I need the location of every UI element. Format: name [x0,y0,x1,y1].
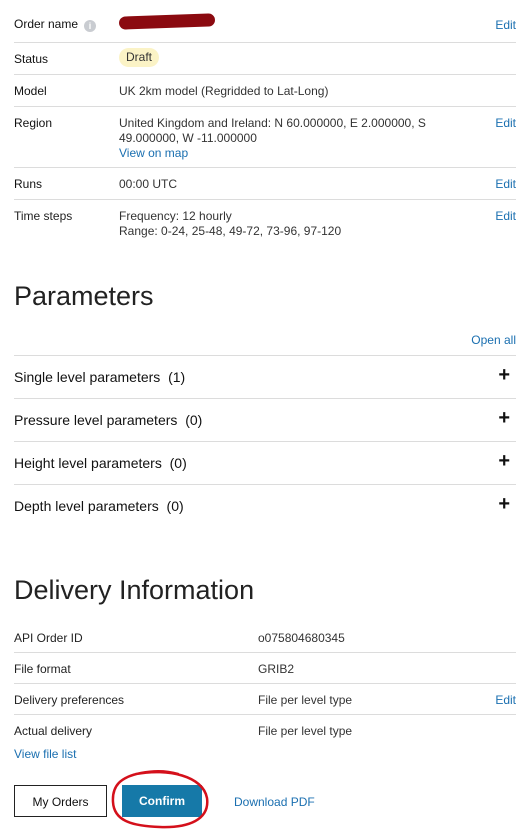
edit-runs-link[interactable]: Edit [495,177,516,191]
group-label: Height level parameters [14,455,162,471]
accordion-title: Depth level parameters (0) [14,498,184,514]
runs-value: 00:00 UTC [119,177,178,191]
parameters-header: Parameters Open all [14,245,516,355]
timesteps-row: Time steps Frequency: 12 hourly Range: 0… [14,200,516,245]
region-line-1: United Kingdom and Ireland: N 60.000000,… [119,116,426,130]
edit-timesteps-link[interactable]: Edit [495,209,516,223]
expand-plus-icon[interactable]: + [498,364,510,387]
api-order-id-value: o075804680345 [258,631,345,645]
accordion-single-level[interactable]: Single level parameters (1) + [14,355,516,398]
api-order-id-label: API Order ID [14,631,83,645]
status-value: Draft [119,48,160,67]
group-count: (0) [185,412,203,428]
info-icon[interactable]: i [84,20,97,32]
accordion-title: Height level parameters (0) [14,455,187,471]
file-format-row: File format GRIB2 [14,653,516,684]
open-all-link[interactable]: Open all [471,333,516,347]
expand-plus-icon[interactable]: + [498,493,510,516]
timesteps-range: Range: 0-24, 25-48, 49-72, 73-96, 97-120 [119,224,342,238]
timesteps-value: Frequency: 12 hourly Range: 0-24, 25-48,… [119,209,341,239]
my-orders-button[interactable]: My Orders [14,785,107,817]
order-name-label-text: Order name [14,17,79,31]
model-row: Model UK 2km model (Regridded to Lat-Lon… [14,75,516,107]
region-row: Region United Kingdom and Ireland: N 60.… [14,107,516,168]
region-label: Region [14,116,53,130]
file-format-label: File format [14,662,71,676]
edit-delivery-preferences-link[interactable]: Edit [495,693,516,707]
edit-region-link[interactable]: Edit [495,116,516,130]
view-file-list-link[interactable]: View file list [14,747,516,761]
redacted-scribble [118,13,216,30]
accordion-depth-level[interactable]: Depth level parameters (0) + [14,484,516,527]
delivery-preferences-label: Delivery preferences [14,693,125,707]
download-pdf-link[interactable]: Download PDF [234,795,315,809]
group-label: Depth level parameters [14,498,159,514]
timesteps-label: Time steps [14,209,73,223]
delivery-preferences-value: File per level type [258,693,353,707]
expand-plus-icon[interactable]: + [498,450,510,473]
api-order-id-row: API Order ID o075804680345 [14,622,516,653]
group-label: Pressure level parameters [14,412,178,428]
model-label: Model [14,84,47,98]
delivery-heading: Delivery Information [14,575,255,605]
view-on-map-link[interactable]: View on map [119,146,426,161]
delivery-header: Delivery Information [14,527,516,622]
accordion-title: Single level parameters (1) [14,369,185,385]
edit-order-name-link[interactable]: Edit [495,18,516,32]
status-label: Status [14,52,49,66]
order-name-value [118,13,216,32]
region-value: United Kingdom and Ireland: N 60.000000,… [119,116,426,161]
order-name-label: Order name i [14,17,97,32]
parameters-heading: Parameters [14,281,154,311]
group-label: Single level parameters [14,369,161,385]
actual-delivery-row: Actual delivery File per level type [14,715,516,747]
region-line-2: 49.000000, W -11.000000 [119,131,257,145]
status-badge: Draft [119,48,160,67]
delivery-preferences-row: Delivery preferences File per level type… [14,684,516,715]
actual-delivery-value: File per level type [258,724,353,738]
group-count: (1) [168,369,186,385]
runs-row: Runs 00:00 UTC Edit [14,168,516,200]
model-value: UK 2km model (Regridded to Lat-Long) [119,84,329,98]
accordion-title: Pressure level parameters (0) [14,412,202,428]
runs-label: Runs [14,177,43,191]
group-count: (0) [166,498,184,514]
annotation-circle [111,769,209,829]
status-row: Status Draft [14,43,516,75]
file-format-value: GRIB2 [258,662,295,676]
actual-delivery-label: Actual delivery [14,724,93,738]
order-name-row: Order name i Edit [14,0,516,43]
order-summary: Order name i Edit Status Draft Model UK 2… [14,0,516,761]
group-count: (0) [169,455,187,471]
accordion-pressure-level[interactable]: Pressure level parameters (0) + [14,398,516,441]
accordion-height-level[interactable]: Height level parameters (0) + [14,441,516,484]
timesteps-frequency: Frequency: 12 hourly [119,209,232,223]
parameter-groups: Single level parameters (1) + Pressure l… [14,355,516,527]
expand-plus-icon[interactable]: + [498,407,510,430]
